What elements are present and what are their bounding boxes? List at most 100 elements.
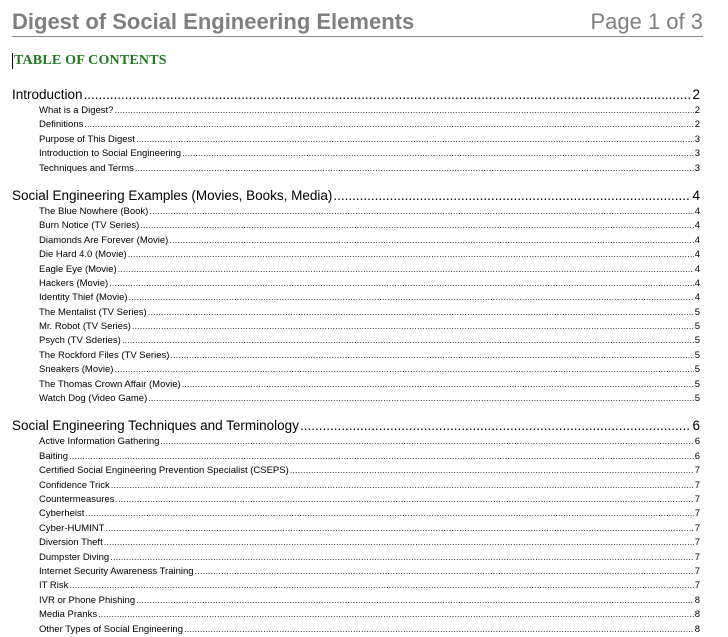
toc-entry-page: 5 [694, 306, 700, 318]
toc-subentry[interactable]: Burn Notice (TV Series) 4 [12, 219, 700, 233]
toc-entry-page: 4 [694, 220, 700, 232]
toc-leader-dots [128, 248, 694, 262]
toc-subentry[interactable]: Internet Security Awareness Training 7 [12, 565, 700, 579]
toc-subentry[interactable]: Psych (TV Sderies) 5 [12, 334, 700, 348]
toc-entry-page: 5 [694, 378, 700, 390]
toc-leader-dots [136, 133, 694, 147]
toc-subentry[interactable]: Introduction to Social Engineering 3 [12, 147, 700, 161]
toc-leader-dots [104, 536, 694, 550]
toc-leader-dots [109, 277, 694, 291]
toc-leader-dots [69, 579, 693, 593]
toc-entry-page: 3 [694, 133, 700, 145]
toc-subentry[interactable]: Countermeasures 7 [12, 493, 700, 507]
toc-entry-title: IVR or Phone Phishing [39, 594, 136, 606]
toc-heading[interactable]: TABLE OF CONTENTS [14, 53, 167, 69]
toc-subentry[interactable]: The Thomas Crown Affair (Movie) 5 [12, 378, 700, 392]
toc-entry-page: 8 [694, 594, 700, 606]
toc-leader-dots [118, 263, 694, 277]
toc-subentry[interactable]: The Mentalist (TV Series) 5 [12, 306, 700, 320]
toc-entry-title: Diversion Theft [39, 537, 103, 549]
toc-entry-title: Burn Notice (TV Series) [39, 220, 140, 232]
toc-entry-page: 6 [694, 436, 700, 448]
toc-subentry[interactable]: The Rockford Files (TV Series) 5 [12, 349, 700, 363]
toc-entry-page: 8 [694, 623, 700, 635]
toc-leader-dots [122, 334, 694, 348]
toc-subentry[interactable]: Watch Dog (Video Game) 5 [12, 392, 700, 406]
toc-subentry[interactable]: IVR or Phone Phishing 8 [12, 594, 700, 608]
toc-entry-page: 4 [694, 205, 700, 217]
toc-subentry[interactable]: Cyberheist 7 [12, 507, 700, 521]
toc-entry-title: Purpose of This Digest [39, 133, 135, 145]
toc-entry-title: Identity Thief (Movie) [39, 292, 128, 304]
toc-subentry[interactable]: Baiting 6 [12, 450, 700, 464]
toc-entry-page: 3 [694, 148, 700, 160]
toc-entry-page: 7 [694, 522, 700, 534]
toc-entry-page: 6 [692, 418, 700, 434]
toc-subentry[interactable]: Certified Social Engineering Prevention … [12, 464, 700, 478]
toc-leader-dots [149, 205, 693, 219]
toc-entry-title: Countermeasures [39, 493, 115, 505]
toc-section-entry[interactable]: Social Engineering Examples (Movies, Boo… [12, 186, 700, 205]
toc-entry-page: 3 [694, 162, 700, 174]
toc-entry-title: Die Hard 4.0 (Movie) [39, 249, 127, 261]
toc-subentry[interactable]: What is a Digest? 2 [12, 104, 700, 118]
toc-subentry[interactable]: Dumpster Diving 7 [12, 551, 700, 565]
table-of-contents: Introduction2What is a Digest?2Definitio… [12, 85, 700, 637]
toc-entry-title: Social Engineering Techniques and Termin… [12, 418, 299, 434]
toc-leader-dots [132, 320, 694, 334]
toc-entry-page: 7 [694, 493, 700, 505]
toc-entry-page: 4 [694, 277, 700, 289]
toc-leader-dots [170, 349, 693, 363]
toc-leader-dots [69, 450, 694, 464]
toc-entry-title: The Thomas Crown Affair (Movie) [39, 378, 181, 390]
toc-entry-page: 2 [694, 105, 700, 116]
toc-entry-page: 4 [694, 263, 700, 275]
toc-subentry[interactable]: Confidence Trick 7 [12, 479, 700, 493]
toc-leader-dots [111, 479, 694, 493]
toc-subentry[interactable]: The Blue Nowhere (Book) 4 [12, 205, 700, 219]
toc-subentry[interactable]: Mr. Robot (TV Series) 5 [12, 320, 700, 334]
toc-subentry[interactable]: Diamonds Are Forever (Movie) 4 [12, 234, 700, 248]
toc-subentry[interactable]: Other Types of Social Engineering 8 [12, 623, 700, 637]
toc-subentry[interactable]: Definitions 2 [12, 118, 700, 132]
toc-entry-title: Other Types of Social Engineering [39, 623, 183, 635]
toc-entry-title: Internet Security Awareness Training [39, 565, 194, 577]
toc-subentry[interactable]: Cyber-HUMINT 7 [12, 522, 700, 536]
toc-entry-title: The Rockford Files (TV Series) [39, 349, 170, 361]
toc-entry-title: The Mentalist (TV Series) [39, 306, 147, 318]
toc-entry-page: 8 [694, 609, 700, 621]
toc-subentry[interactable]: Active Information Gathering 6 [12, 435, 700, 449]
toc-subentry[interactable]: Die Hard 4.0 (Movie) 4 [12, 248, 700, 262]
toc-entry-title: Introduction to Social Engineering [39, 148, 182, 160]
toc-subentry[interactable]: IT Risk 7 [12, 579, 700, 593]
toc-subentry[interactable]: Media Pranks 8 [12, 608, 700, 622]
toc-entry-title: Cyberheist [39, 508, 85, 520]
toc-subentry[interactable]: Hackers (Movie) 4 [12, 277, 700, 291]
toc-entry-page: 5 [694, 393, 700, 405]
toc-entry-title: The Blue Nowhere (Book) [39, 205, 149, 217]
toc-leader-dots [160, 435, 693, 449]
toc-subentry[interactable]: Sneakers (Movie) 5 [12, 363, 700, 377]
toc-entry-title: Active Information Gathering [39, 436, 160, 448]
toc-subentry[interactable]: Eagle Eye (Movie) 4 [12, 263, 700, 277]
toc-entry-title: Eagle Eye (Movie) [39, 263, 117, 275]
toc-entry-page: 5 [694, 364, 700, 376]
toc-section-entry[interactable]: Social Engineering Techniques and Termin… [12, 416, 700, 435]
toc-subentry[interactable]: Purpose of This Digest 3 [12, 133, 700, 147]
toc-leader-dots [129, 291, 694, 305]
toc-entry-title: Social Engineering Examples (Movies, Boo… [12, 187, 333, 203]
toc-leader-dots [84, 85, 692, 104]
toc-leader-dots [148, 392, 693, 406]
toc-entry-page: 5 [694, 321, 700, 333]
toc-leader-dots [84, 118, 693, 132]
toc-entry-page: 4 [694, 234, 700, 246]
toc-subentry[interactable]: Identity Thief (Movie) 4 [12, 291, 700, 305]
toc-subentry[interactable]: Techniques and Terms 3 [12, 162, 700, 176]
toc-entry-title: Psych (TV Sderies) [39, 335, 121, 347]
toc-leader-dots [184, 623, 694, 637]
toc-entry-page: 5 [694, 335, 700, 347]
toc-entry-page: 7 [694, 479, 700, 491]
toc-section-entry[interactable]: Introduction 2 [12, 85, 700, 104]
toc-leader-dots [333, 186, 691, 205]
toc-subentry[interactable]: Diversion Theft 7 [12, 536, 700, 550]
